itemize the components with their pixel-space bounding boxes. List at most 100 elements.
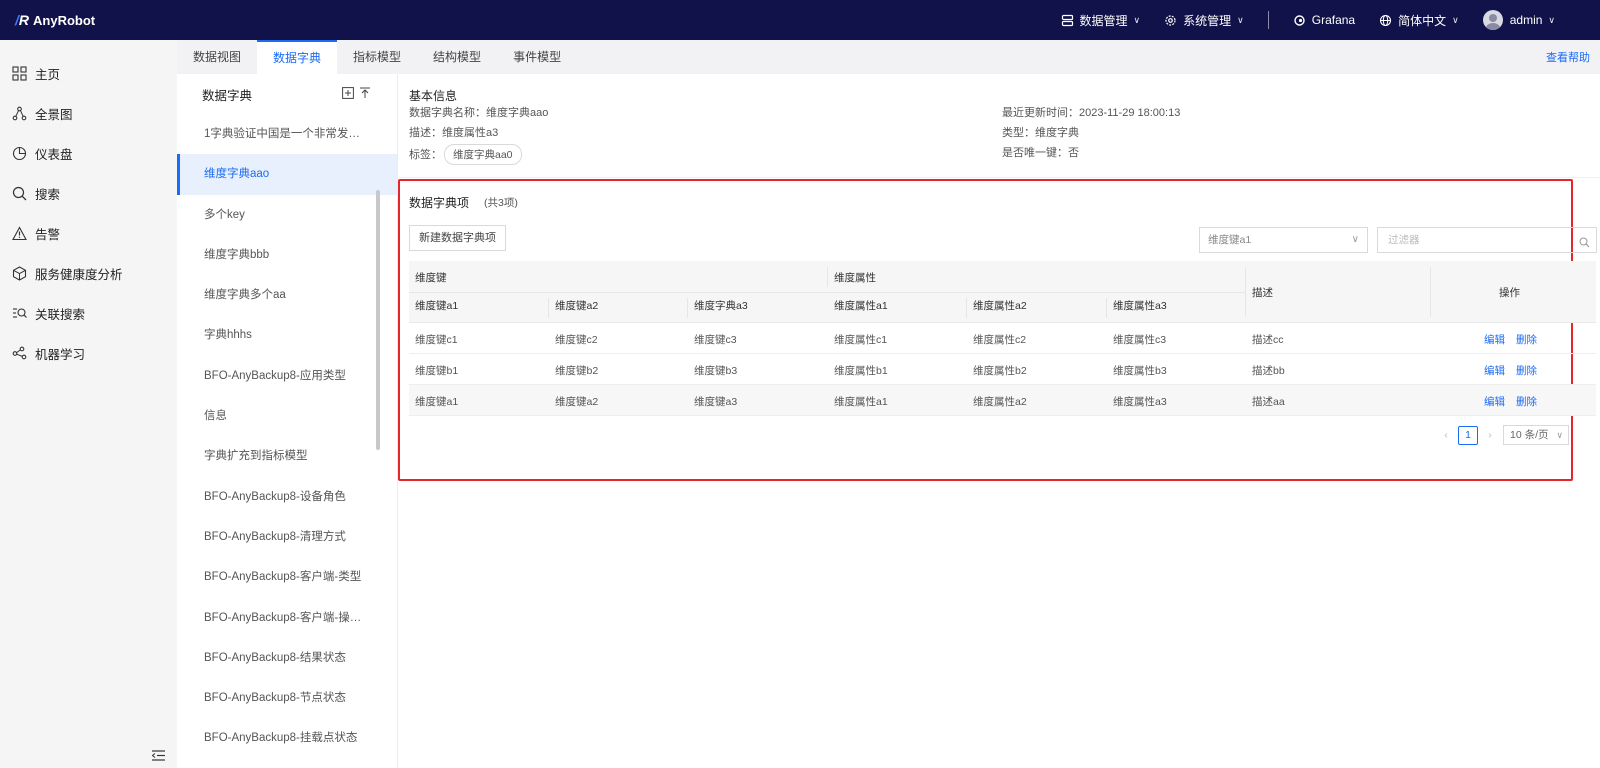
nav-item-search[interactable]: 搜索 xyxy=(0,173,177,213)
table-cell: 维度属性c2 xyxy=(973,334,1027,346)
delete-button[interactable]: 删除 xyxy=(1516,332,1537,347)
nav-item-correlation-search[interactable]: 关联搜索 xyxy=(0,293,177,333)
collapse-menu-icon[interactable] xyxy=(151,750,165,764)
page-size-value: 10 条/页 xyxy=(1510,429,1549,441)
header-description: 描述 xyxy=(1252,287,1273,299)
header-divider xyxy=(687,298,688,318)
header-attr-2: 维度属性a2 xyxy=(973,300,1027,312)
nav-label: 关联搜索 xyxy=(35,307,86,322)
header-key-2: 维度键a2 xyxy=(555,300,599,312)
grafana-link[interactable]: Grafana xyxy=(1293,13,1355,27)
language-menu[interactable]: 简体中文 ∨ xyxy=(1379,12,1459,29)
pagination: ‹ 1 › 10 条/页 ∨ xyxy=(1439,425,1569,445)
warning-icon xyxy=(12,225,27,240)
filter-placeholder: 过滤器 xyxy=(1388,234,1420,246)
new-dictionary-item-button[interactable]: 新建数据字典项 xyxy=(409,225,506,251)
search-icon xyxy=(12,186,27,200)
topology-icon xyxy=(12,106,27,120)
chevron-down-icon: ∨ xyxy=(1548,14,1555,25)
dictionary-list-item[interactable]: BFO-AnyBackup8-结果状态 xyxy=(177,638,397,678)
data-management-menu[interactable]: 数据管理 ∨ xyxy=(1061,12,1141,29)
nav-label: 搜索 xyxy=(35,187,61,202)
dictionary-list-item[interactable]: 信息 xyxy=(177,396,397,436)
dictionary-list-item[interactable]: BFO-AnyBackup8-客户端-操作系... xyxy=(177,598,397,638)
dictionary-list-item[interactable]: 1字典验证中国是一个非常发达的国... xyxy=(177,114,397,154)
type-row: 类型：维度字典 xyxy=(1002,124,1079,140)
dictionary-list-item[interactable]: 多个key xyxy=(177,195,397,235)
data-management-label: 数据管理 xyxy=(1079,13,1128,28)
tab-data-view[interactable]: 数据视图 xyxy=(177,40,257,74)
nav-item-alert[interactable]: 告警 xyxy=(0,213,177,253)
delete-button[interactable]: 删除 xyxy=(1516,394,1537,409)
nav-item-service-health[interactable]: 服务健康度分析 xyxy=(0,253,177,293)
topbar-divider xyxy=(1267,11,1269,29)
help-link[interactable]: 查看帮助 xyxy=(1546,40,1590,76)
avatar xyxy=(1482,10,1503,30)
tab-metric-model[interactable]: 指标模型 xyxy=(337,40,417,74)
table-cell: 维度键c2 xyxy=(555,334,598,346)
language-label: 简体中文 xyxy=(1398,13,1447,28)
dictionary-list-item[interactable]: 维度字典bbb xyxy=(177,235,397,275)
key-select[interactable]: 维度键a1 ∨ xyxy=(1199,227,1368,253)
nav-label: 仪表盘 xyxy=(35,147,73,162)
tab-structure-model[interactable]: 结构模型 xyxy=(417,40,497,74)
dictionary-list-item-selected[interactable]: 维度字典aao xyxy=(177,154,397,195)
gear-icon xyxy=(1165,14,1176,26)
header-attr-1: 维度属性a1 xyxy=(834,300,888,312)
current-page[interactable]: 1 xyxy=(1458,425,1478,445)
delete-button[interactable]: 删除 xyxy=(1516,363,1537,378)
dictionary-list-item[interactable]: 维度字典多个aa xyxy=(177,275,397,315)
edit-button[interactable]: 编辑 xyxy=(1484,332,1505,347)
chevron-down-icon: ∨ xyxy=(1133,14,1141,25)
globe-icon xyxy=(1380,14,1392,26)
table-cell: 维度属性b2 xyxy=(973,365,1027,377)
dictionary-list-item[interactable]: BFO-AnyBackup8-客户端-类型 xyxy=(177,557,397,597)
description-label: 描述： xyxy=(409,127,442,139)
dictionary-items-table: 维度键 维度属性 维度键a1 维度键a2 维度字典a3 维度属性a1 维度属性a… xyxy=(409,261,1596,416)
dictionary-list-item[interactable]: BFO-AnyBackup8-清理方式 xyxy=(177,517,397,557)
user-menu[interactable]: admin ∨ xyxy=(1482,10,1555,30)
user-name: admin xyxy=(1509,13,1543,27)
add-dictionary-icon[interactable] xyxy=(342,87,354,102)
key-select-value: 维度键a1 xyxy=(1208,234,1252,246)
dictionary-list-item[interactable]: BFO-AnyBackup8-挂载点状态 xyxy=(177,718,397,758)
logo-text: AnyRobot xyxy=(33,12,96,28)
dictionary-list-item[interactable]: BFO-AnyBackup8-节点状态 xyxy=(177,678,397,718)
edit-button[interactable]: 编辑 xyxy=(1484,394,1505,409)
table-cell-description: 描述aa xyxy=(1252,396,1285,408)
prev-page-icon[interactable]: ‹ xyxy=(1439,429,1453,441)
dictionary-list-item[interactable]: 字典扩充到指标模型 xyxy=(177,436,397,476)
dictionary-list-item[interactable]: 字典hhhs xyxy=(177,315,397,355)
tab-data-dictionary[interactable]: 数据字典 xyxy=(257,40,338,74)
next-page-icon[interactable]: › xyxy=(1483,429,1497,441)
table-cell: 维度键c1 xyxy=(415,334,458,346)
dictionary-list-item[interactable]: BFO-AnyBackup8-设备角色 xyxy=(177,477,397,517)
import-icon[interactable] xyxy=(359,87,371,102)
table-row: 维度键a1 维度键a2 维度键a3 维度属性a1 维度属性a2 维度属性a3 描… xyxy=(409,385,1596,416)
tab-event-model[interactable]: 事件模型 xyxy=(497,40,577,74)
tags-row: 标签： 维度字典aa0 xyxy=(409,144,522,165)
updated-time-label: 最近更新时间： xyxy=(1002,107,1079,119)
description-value: 维度属性a3 xyxy=(442,127,499,139)
table-cell: 维度属性c3 xyxy=(1113,334,1167,346)
header-divider xyxy=(1245,267,1246,317)
list-scrollbar[interactable] xyxy=(376,190,380,450)
app-logo[interactable]: /R AnyRobot xyxy=(15,12,95,28)
dictionary-list-title: 数据字典 xyxy=(202,88,253,103)
nav-item-panorama[interactable]: 全景图 xyxy=(0,93,177,133)
dictionary-list-item[interactable]: BFO-AnyBackup8-应用类型 xyxy=(177,356,397,396)
nav-item-dashboard[interactable]: 仪表盘 xyxy=(0,133,177,173)
header-operations: 操作 xyxy=(1499,287,1520,299)
nav-item-machine-learning[interactable]: 机器学习 xyxy=(0,333,177,373)
table-cell: 维度键b1 xyxy=(415,365,459,377)
nav-item-home[interactable]: 主页 xyxy=(0,53,177,93)
search-icon[interactable] xyxy=(1579,233,1590,257)
type-label: 类型： xyxy=(1002,127,1035,139)
chevron-down-icon: ∨ xyxy=(1556,430,1563,440)
filter-input[interactable]: 过滤器 xyxy=(1377,227,1597,253)
table-header: 维度键 维度属性 维度键a1 维度键a2 维度字典a3 维度属性a1 维度属性a… xyxy=(409,261,1596,323)
edit-button[interactable]: 编辑 xyxy=(1484,363,1505,378)
system-management-menu[interactable]: 系统管理 ∨ xyxy=(1164,12,1244,29)
page-size-select[interactable]: 10 条/页 ∨ xyxy=(1503,425,1569,445)
header-divider xyxy=(1106,298,1107,318)
